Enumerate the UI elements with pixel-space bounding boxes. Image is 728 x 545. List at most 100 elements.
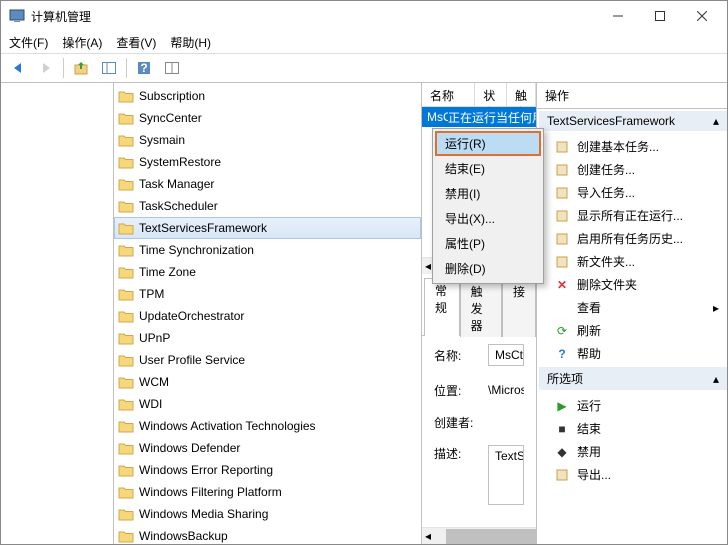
action-item[interactable]: ✕删除文件夹	[537, 273, 727, 296]
action-label: 导入任务...	[577, 184, 635, 201]
chevron-right-icon: ▸	[713, 301, 719, 315]
action-item[interactable]: 新文件夹...	[537, 250, 727, 273]
context-menu-item[interactable]: 导出(X)...	[435, 206, 541, 231]
folder-item[interactable]: Sysmain	[114, 129, 421, 151]
action-icon	[555, 256, 569, 268]
task-row[interactable]: MsCtfMoni... 正在运行 当任何用	[422, 107, 536, 127]
action-icon	[555, 164, 569, 176]
menu-help[interactable]: 帮助(H)	[170, 34, 211, 51]
folder-item[interactable]: Windows Media Sharing	[114, 503, 421, 525]
context-menu-item[interactable]: 禁用(I)	[435, 181, 541, 206]
back-button[interactable]	[5, 56, 31, 80]
folder-item[interactable]: Windows Error Reporting	[114, 459, 421, 481]
context-menu-item[interactable]: 运行(R)	[435, 131, 541, 156]
tree-pane[interactable]	[1, 83, 114, 544]
value-desc[interactable]: TextServicesFramewo	[488, 445, 524, 505]
col-name[interactable]: 名称	[422, 83, 475, 106]
help-button[interactable]: ?	[131, 56, 157, 80]
actions-title: 操作	[537, 83, 727, 109]
action-item[interactable]: ◆ 禁用	[537, 440, 727, 463]
action-item[interactable]: 创建基本任务...	[537, 135, 727, 158]
tab-triggers[interactable]: 触发器	[460, 279, 502, 337]
folder-item[interactable]: Windows Defender	[114, 437, 421, 459]
tab-more[interactable]: 接	[502, 279, 536, 337]
minimize-button[interactable]	[597, 1, 639, 31]
folder-item[interactable]: UpdateOrchestrator	[114, 305, 421, 327]
action-item[interactable]: 创建任务...	[537, 158, 727, 181]
folder-item[interactable]: Time Synchronization	[114, 239, 421, 261]
folder-label: Windows Activation Technologies	[139, 419, 316, 433]
menu-view[interactable]: 查看(V)	[116, 34, 156, 51]
action-item[interactable]: ⟳刷新	[537, 319, 727, 342]
action-icon: ■	[555, 422, 569, 436]
task-name: MsCtfMoni...	[427, 110, 448, 124]
folder-item[interactable]: Windows Activation Technologies	[114, 415, 421, 437]
folder-item[interactable]: TaskScheduler	[114, 195, 421, 217]
folder-item[interactable]: SystemRestore	[114, 151, 421, 173]
action-item[interactable]: 导出...	[537, 463, 727, 486]
folder-item[interactable]: TPM	[114, 283, 421, 305]
action-item[interactable]: ? 帮助	[537, 342, 727, 365]
action-item[interactable]: 导入任务...	[537, 181, 727, 204]
folder-item[interactable]: Subscription	[114, 85, 421, 107]
action-label: 创建任务...	[577, 161, 635, 178]
detail-tabs: 常规 触发器 接	[422, 277, 536, 336]
folder-label: Time Synchronization	[139, 243, 254, 257]
action-label: 删除文件夹	[577, 276, 637, 293]
folder-item[interactable]: Time Zone	[114, 261, 421, 283]
tab-general[interactable]: 常规	[424, 278, 460, 336]
folder-label: SystemRestore	[139, 155, 221, 169]
action-item[interactable]: ▶运行	[537, 394, 727, 417]
folder-label: SyncCenter	[139, 111, 202, 125]
folder-item[interactable]: Task Manager	[114, 173, 421, 195]
maximize-button[interactable]	[639, 1, 681, 31]
folder-label: UPnP	[139, 331, 170, 345]
action-icon	[555, 141, 569, 153]
folder-label: WDI	[139, 397, 162, 411]
action-group-label: 所选项	[547, 370, 583, 387]
folder-item[interactable]: User Profile Service	[114, 349, 421, 371]
action-icon	[555, 233, 569, 245]
action-group[interactable]: 所选项▴	[539, 367, 727, 390]
folder-item[interactable]: Windows Filtering Platform	[114, 481, 421, 503]
folder-label: Windows Media Sharing	[139, 507, 268, 521]
action-item[interactable]: 显示所有正在运行...	[537, 204, 727, 227]
actions-body[interactable]: TextServicesFramework ▴ 创建基本任务... 创建任务... 导入…	[537, 109, 727, 544]
action-item[interactable]: 查看▸	[537, 296, 727, 319]
up-button[interactable]	[68, 56, 94, 80]
folder-item[interactable]: TextServicesFramework	[114, 217, 421, 239]
folder-item[interactable]: UPnP	[114, 327, 421, 349]
folder-item[interactable]: SyncCenter	[114, 107, 421, 129]
folder-item[interactable]: WCM	[114, 371, 421, 393]
action-icon: ?	[555, 347, 569, 361]
context-menu-item[interactable]: 属性(P)	[435, 231, 541, 256]
action-group-label: TextServicesFramework	[547, 114, 675, 128]
action-item[interactable]: 启用所有任务历史...	[537, 227, 727, 250]
window-title: 计算机管理	[31, 8, 597, 25]
folder-item[interactable]: WindowsBackup	[114, 525, 421, 544]
context-menu-item[interactable]: 结束(E)	[435, 156, 541, 181]
col-status[interactable]: 状态	[475, 83, 507, 106]
caret-up-icon: ▴	[713, 114, 719, 128]
action-label: 禁用	[577, 443, 601, 460]
close-button[interactable]	[681, 1, 723, 31]
action-label: 刷新	[577, 322, 601, 339]
folder-items[interactable]: Subscription SyncCenter Sysmain SystemResto…	[114, 83, 421, 544]
menubar: 文件(F) 操作(A) 查看(V) 帮助(H)	[1, 31, 727, 53]
show-hide-button[interactable]	[96, 56, 122, 80]
menu-action[interactable]: 操作(A)	[62, 34, 102, 51]
action-item[interactable]: ■结束	[537, 417, 727, 440]
forward-button[interactable]	[33, 56, 59, 80]
action-label: 新文件夹...	[577, 253, 635, 270]
details-hscroll[interactable]: ◂	[422, 527, 536, 544]
action-icon: ◆	[555, 445, 569, 459]
properties-button[interactable]	[159, 56, 185, 80]
action-group[interactable]: TextServicesFramework ▴	[539, 111, 727, 131]
folder-item[interactable]: WDI	[114, 393, 421, 415]
action-label: 帮助	[577, 345, 601, 362]
context-menu-item[interactable]: 删除(D)	[435, 256, 541, 281]
col-trigger[interactable]: 触发器	[507, 83, 536, 106]
task-list-header: 名称 状态 触发器	[422, 83, 536, 107]
value-name[interactable]: MsCtfMonitor	[488, 344, 524, 366]
menu-file[interactable]: 文件(F)	[9, 34, 48, 51]
